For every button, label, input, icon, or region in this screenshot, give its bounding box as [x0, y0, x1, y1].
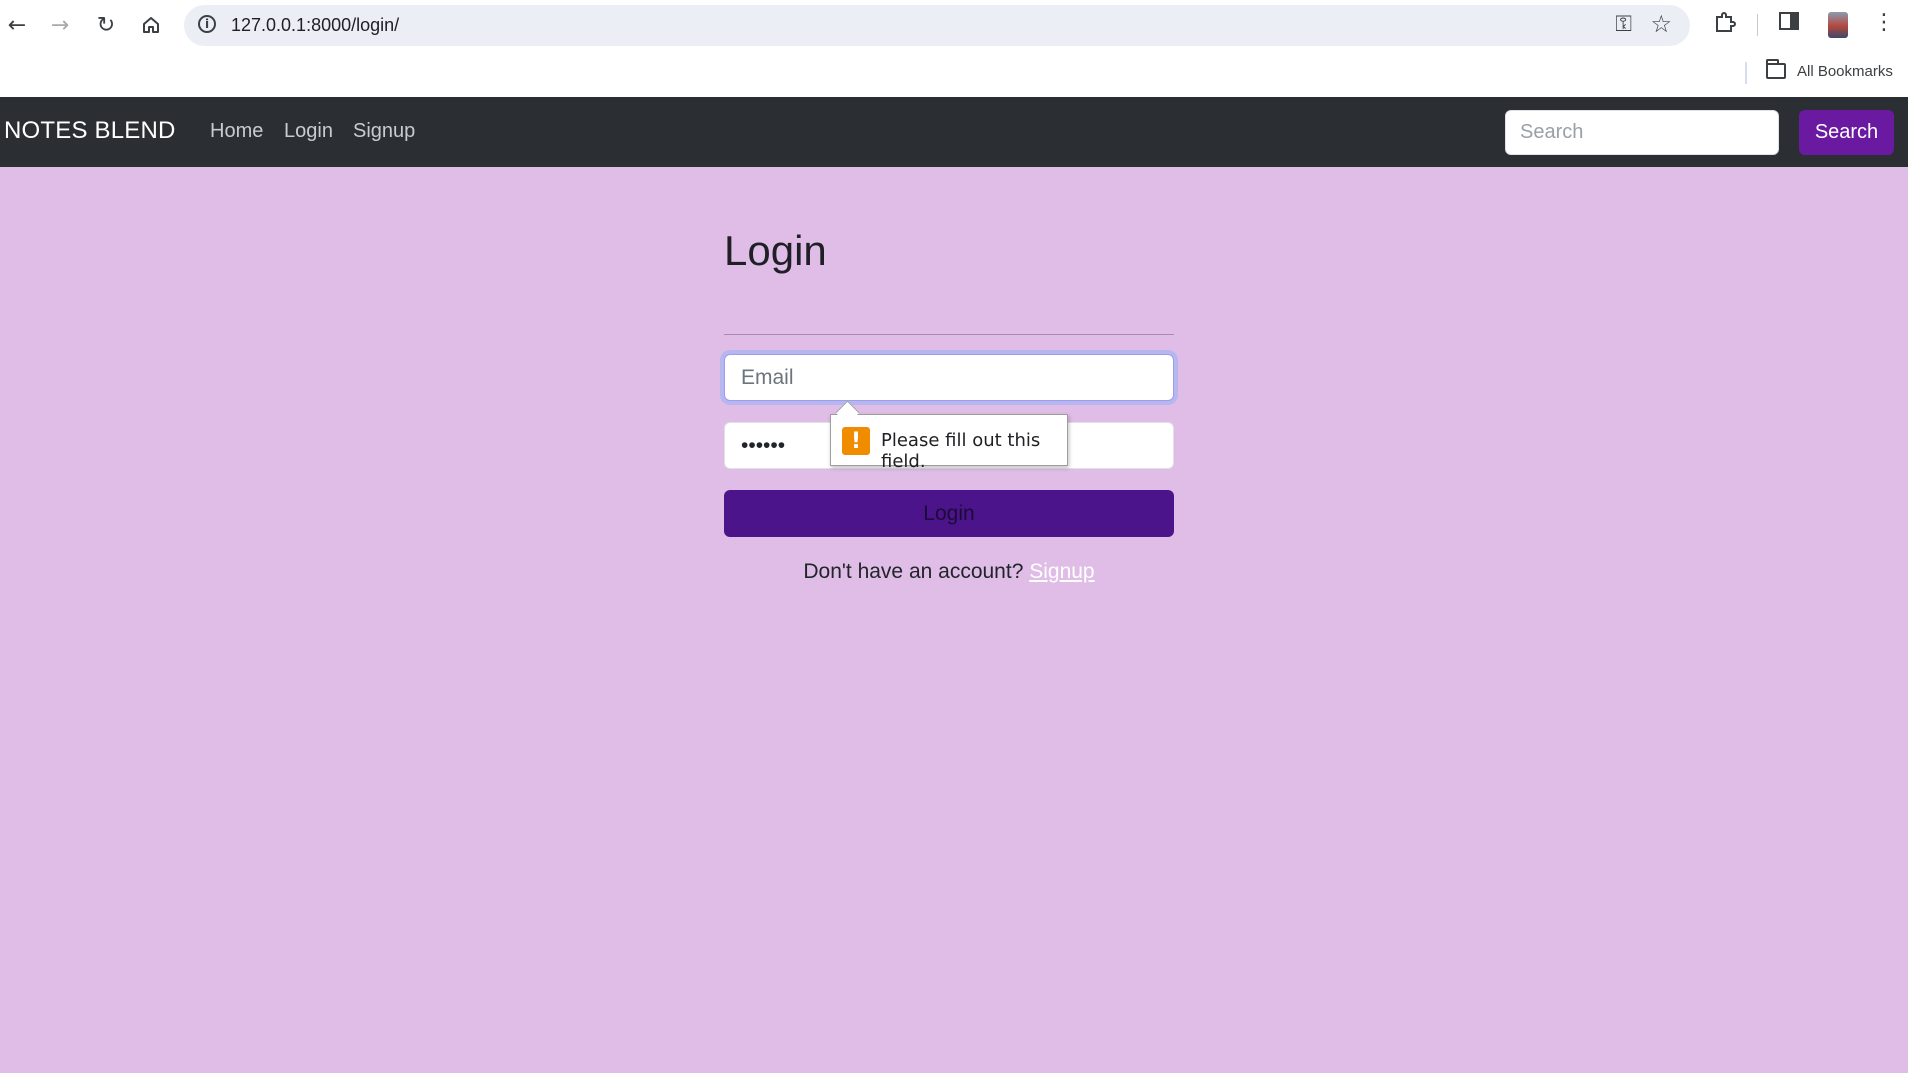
menu-icon[interactable]: ⋮ [1873, 10, 1895, 35]
home-icon[interactable] [134, 8, 168, 42]
search-input[interactable] [1505, 110, 1779, 155]
nav-link-signup[interactable]: Signup [353, 120, 415, 143]
signup-link[interactable]: Signup [1029, 560, 1094, 583]
back-icon[interactable]: ← [0, 8, 34, 42]
address-bar[interactable]: i 127.0.0.1:8000/login/ ⚿ ☆ [184, 5, 1690, 46]
warning-icon: ! [842, 427, 870, 455]
bookmarks-divider [1745, 62, 1747, 84]
bookmarks-bar: All Bookmarks [0, 52, 1908, 97]
site-navbar: NOTES BLEND Home Login Signup Search [0, 97, 1908, 167]
login-button[interactable]: Login [724, 490, 1174, 537]
validation-message: Please fill out this field. [881, 430, 1041, 472]
search-button[interactable]: Search [1799, 110, 1894, 155]
address-bar-url: 127.0.0.1:8000/login/ [231, 15, 400, 35]
nav-link-home[interactable]: Home [210, 120, 263, 143]
profile-avatar[interactable] [1828, 12, 1848, 38]
email-field[interactable] [724, 354, 1174, 401]
signup-prompt: Don't have an account? Signup [0, 560, 1898, 584]
all-bookmarks-label[interactable]: All Bookmarks [1797, 63, 1893, 80]
title-divider [724, 334, 1174, 335]
site-info-icon[interactable]: i [198, 15, 216, 33]
browser-toolbar: ← → ↻ i 127.0.0.1:8000/login/ ⚿ ☆ ⋮ [0, 0, 1908, 52]
reload-icon[interactable]: ↻ [89, 8, 123, 42]
extensions-icon[interactable] [1713, 10, 1737, 40]
page-title: Login [724, 227, 827, 274]
password-key-icon[interactable]: ⚿ [1615, 12, 1632, 37]
forward-icon[interactable]: → [43, 8, 77, 42]
main-content: Login Login Don't have an account? Signu… [0, 167, 1908, 1073]
nav-link-login[interactable]: Login [284, 120, 333, 143]
toolbar-divider [1757, 14, 1758, 36]
side-panel-icon[interactable] [1778, 10, 1800, 38]
signup-prompt-text: Don't have an account? [803, 560, 1024, 583]
folder-icon[interactable] [1766, 59, 1786, 79]
validation-tooltip: ! Please fill out this field. [830, 414, 1068, 472]
bookmark-star-icon[interactable]: ☆ [1650, 10, 1672, 38]
brand-logo[interactable]: NOTES BLEND [4, 117, 176, 145]
